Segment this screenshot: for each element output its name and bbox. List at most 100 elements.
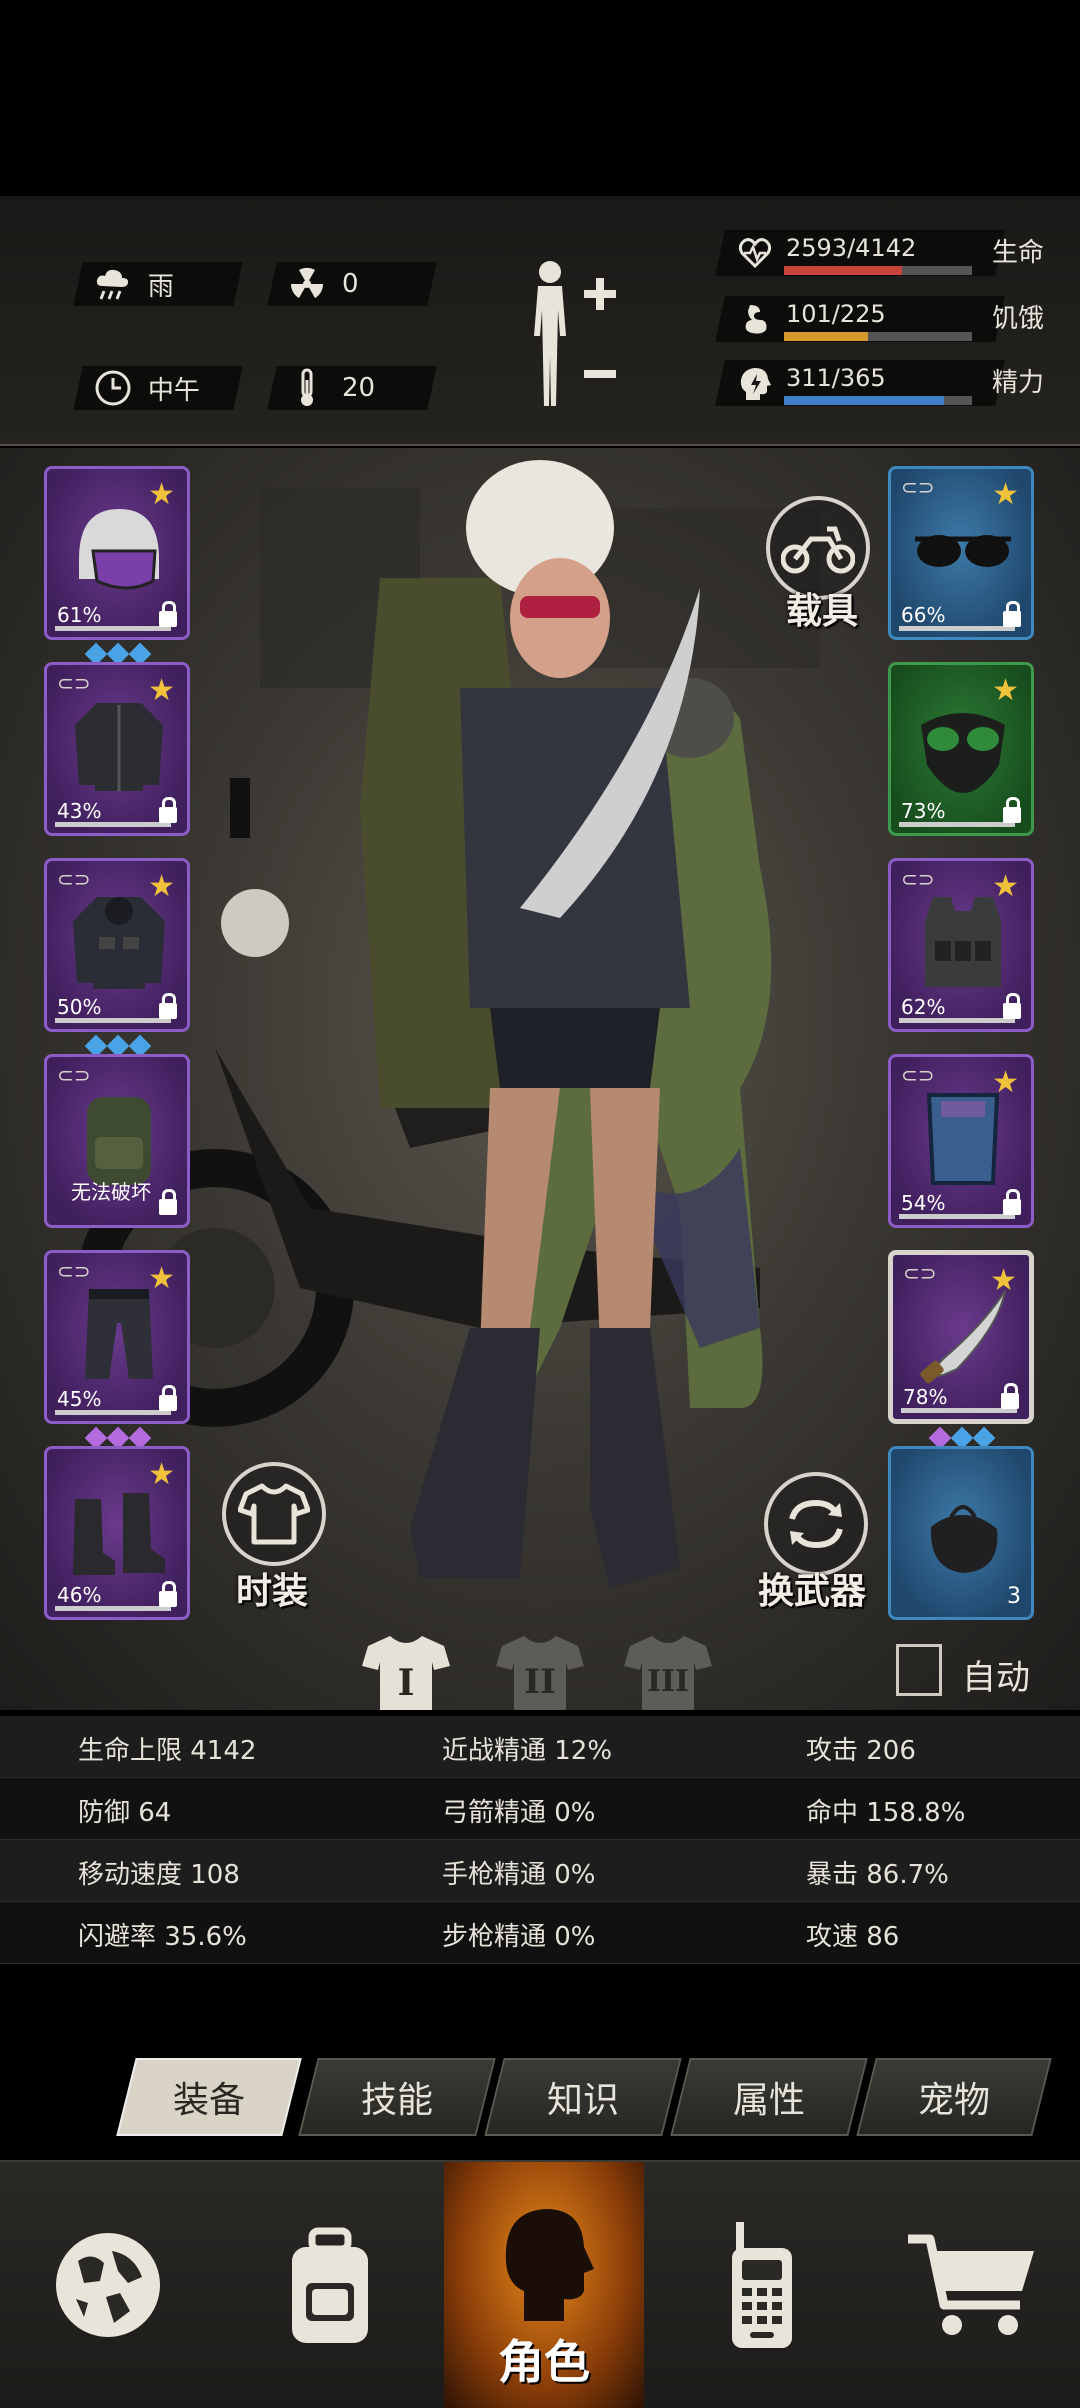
auto-label[interactable]: 自动 bbox=[962, 1650, 1030, 1699]
auto-checkbox[interactable] bbox=[896, 1644, 942, 1696]
heart-pulse-icon bbox=[738, 236, 774, 272]
durability-bar bbox=[55, 626, 171, 631]
attribute-cell: 生命上限 4142 bbox=[78, 1736, 257, 1766]
left-slot-4[interactable]: ⊂⊃ 无法破坏 bbox=[44, 1054, 190, 1228]
swap-arrows-icon bbox=[789, 1499, 843, 1549]
helmet-icon bbox=[79, 509, 159, 590]
nav-backpack[interactable] bbox=[222, 2162, 438, 2408]
lock-icon bbox=[1003, 993, 1021, 1019]
vital-label: 精力 bbox=[992, 368, 1045, 398]
durability-percent: 45% bbox=[57, 1387, 102, 1411]
fashion-button[interactable] bbox=[222, 1462, 326, 1566]
vital-bar-fill bbox=[784, 332, 869, 341]
link-icon: ⊂⊃ bbox=[903, 1261, 937, 1285]
right-slot-2[interactable]: ★ 73% bbox=[888, 662, 1034, 836]
tab-equipment[interactable]: 装备 bbox=[116, 2058, 302, 2136]
outfit-preset-3-label: III bbox=[646, 1664, 690, 1699]
backpack-icon bbox=[292, 2227, 368, 2343]
link-icon: ⊂⊃ bbox=[57, 867, 91, 891]
star-icon: ★ bbox=[992, 869, 1019, 904]
fashion-label[interactable]: 时装 bbox=[236, 1562, 308, 1614]
vital-bar-fill bbox=[784, 266, 902, 275]
lock-icon bbox=[159, 797, 177, 823]
left-slot-6[interactable]: ★ 46% bbox=[44, 1446, 190, 1620]
left-slot-2[interactable]: ★ ⊂⊃ 43% bbox=[44, 662, 190, 836]
left-slot-3[interactable]: ★ ⊂⊃ 50% bbox=[44, 858, 190, 1032]
attribute-cell: 暴击 86.7% bbox=[806, 1860, 949, 1890]
radiation-value: 0 bbox=[342, 269, 359, 299]
durability-bar bbox=[899, 1214, 1015, 1219]
tab-attributes[interactable]: 属性 bbox=[670, 2058, 868, 2136]
temperature-indicator: 20 bbox=[267, 366, 437, 410]
vital-label: 生命 bbox=[992, 238, 1045, 268]
right-slot-6[interactable]: 3 bbox=[888, 1446, 1034, 1620]
vital-bar-fill bbox=[784, 396, 945, 405]
left-slot-5[interactable]: ★ ⊂⊃ 45% bbox=[44, 1250, 190, 1424]
swap-weapon-label[interactable]: 换武器 bbox=[758, 1562, 866, 1614]
durability-percent: 78% bbox=[903, 1385, 948, 1409]
nav-shop[interactable] bbox=[864, 2162, 1080, 2408]
durability-percent: 61% bbox=[57, 603, 102, 627]
attribute-cell: 手枪精通 0% bbox=[442, 1860, 596, 1890]
durability-percent: 62% bbox=[901, 995, 946, 1019]
body-status-button[interactable] bbox=[520, 256, 630, 416]
nav-radio[interactable] bbox=[654, 2162, 870, 2408]
outfit-preset-2[interactable]: II bbox=[494, 1632, 586, 1710]
link-icon: ⊂⊃ bbox=[901, 867, 935, 891]
vehicle-label[interactable]: 载具 bbox=[786, 582, 858, 634]
lock-icon bbox=[1003, 601, 1021, 627]
outfit-preset-3[interactable]: III bbox=[622, 1632, 714, 1710]
star-icon: ★ bbox=[148, 1457, 175, 1492]
tab-skills-label: 技能 bbox=[360, 2080, 433, 2121]
attribute-row: 生命上限 4142 近战精通 12% 攻击 206 bbox=[0, 1716, 1080, 1778]
time-text: 中午 bbox=[148, 375, 201, 406]
lock-icon bbox=[159, 993, 177, 1019]
sack-icon bbox=[930, 1505, 998, 1573]
radio-icon bbox=[732, 2222, 792, 2348]
durability-bar bbox=[55, 1606, 171, 1611]
outfit-preset-1[interactable]: I bbox=[360, 1632, 452, 1710]
motorcycle-icon bbox=[781, 526, 855, 574]
attribute-cell: 闪避率 35.6% bbox=[78, 1922, 247, 1952]
nav-character[interactable]: 角色 bbox=[444, 2162, 644, 2408]
attribute-cell: 攻击 206 bbox=[806, 1736, 916, 1766]
tab-knowledge[interactable]: 知识 bbox=[484, 2058, 682, 2136]
durability-bar bbox=[55, 822, 171, 827]
thermometer-icon bbox=[286, 367, 328, 409]
vital-value: 2593/4142 bbox=[786, 234, 917, 262]
world-map-icon bbox=[56, 2233, 160, 2337]
gas-mask-icon bbox=[921, 713, 1005, 793]
right-slot-5[interactable]: ★ ⊂⊃ 78% bbox=[888, 1250, 1034, 1424]
shield-icon bbox=[926, 1093, 1000, 1185]
machete-icon bbox=[920, 1290, 1006, 1384]
right-slot-4[interactable]: ★ ⊂⊃ 54% bbox=[888, 1054, 1034, 1228]
right-slot-1[interactable]: ★ ⊂⊃ 66% bbox=[888, 466, 1034, 640]
durability-percent: 66% bbox=[901, 603, 946, 627]
swap-weapon-button[interactable] bbox=[764, 1472, 868, 1576]
star-icon: ★ bbox=[992, 673, 1019, 708]
weather-text: 雨 bbox=[148, 271, 175, 302]
tactical-vest-icon bbox=[925, 897, 1001, 987]
durability-bar bbox=[55, 1018, 171, 1023]
nav-world-map[interactable] bbox=[0, 2162, 216, 2408]
left-slot-1[interactable]: ★ 61% bbox=[44, 466, 190, 640]
link-icon: ⊂⊃ bbox=[901, 475, 935, 499]
tab-pets[interactable]: 宠物 bbox=[856, 2058, 1052, 2136]
link-icon: ⊂⊃ bbox=[57, 1063, 91, 1087]
attribute-row: 防御 64 弓箭精通 0% 命中 158.8% bbox=[0, 1778, 1080, 1840]
tshirt-icon bbox=[238, 1483, 310, 1545]
vital-health: 2593/4142 生命 bbox=[715, 226, 1060, 282]
durability-percent: 43% bbox=[57, 799, 102, 823]
star-icon: ★ bbox=[148, 1261, 175, 1296]
right-slot-3[interactable]: ★ ⊂⊃ 62% bbox=[888, 858, 1034, 1032]
stomach-icon bbox=[738, 302, 774, 338]
outfit-preset-2-label: II bbox=[524, 1662, 556, 1702]
outfit-preset-1-label: I bbox=[397, 1662, 415, 1704]
link-icon: ⊂⊃ bbox=[901, 1063, 935, 1087]
attribute-cell: 弓箭精通 0% bbox=[442, 1798, 596, 1828]
armor-jacket-icon bbox=[73, 897, 165, 989]
bottom-nav: 角色 bbox=[0, 2160, 1080, 2408]
attribute-cell: 步枪精通 0% bbox=[442, 1922, 596, 1952]
tab-skills[interactable]: 技能 bbox=[298, 2058, 496, 2136]
lock-icon bbox=[1003, 797, 1021, 823]
